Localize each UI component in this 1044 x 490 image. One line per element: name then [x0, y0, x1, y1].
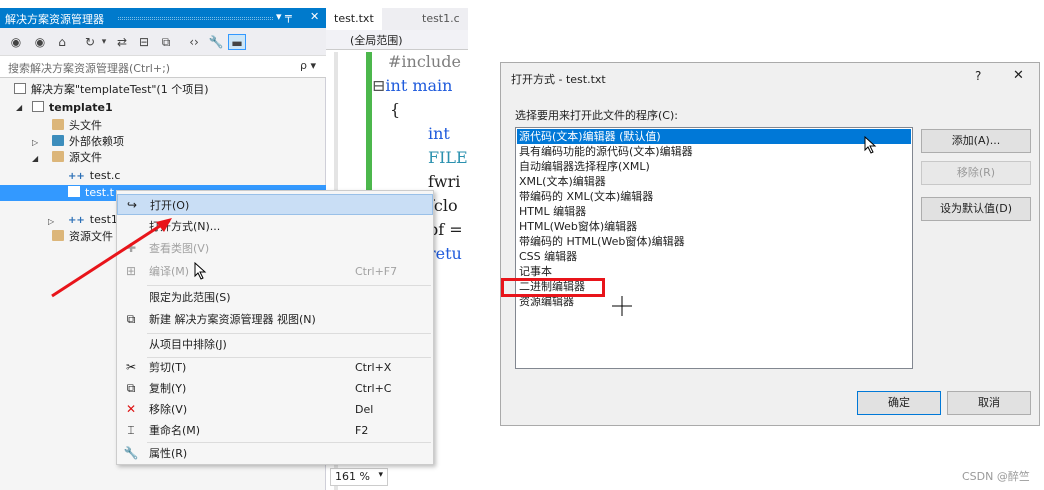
new-view-icon: ⧉: [126, 312, 136, 326]
c-file-icon: ++: [68, 171, 85, 182]
crosshair-icon: [612, 296, 632, 316]
add-button[interactable]: 添加(A)...: [921, 129, 1031, 153]
highlight-box: [501, 278, 605, 297]
copy-icon: ⧉: [126, 381, 136, 395]
back-icon[interactable]: ◉: [8, 34, 24, 50]
properties-icon: 🔧: [123, 446, 139, 460]
menu-separator: [147, 285, 431, 286]
list-item[interactable]: XML(文本)编辑器: [517, 174, 608, 189]
remove-icon: ✕: [125, 402, 137, 416]
tab-test-txt[interactable]: test.txt: [326, 8, 382, 30]
cut-icon: ✂: [125, 360, 137, 374]
tree-header-files[interactable]: 头文件: [52, 118, 102, 134]
preview-icon[interactable]: ▬: [228, 34, 246, 50]
close-icon[interactable]: ✕: [1013, 68, 1024, 83]
close-icon[interactable]: ✕: [310, 10, 319, 23]
mouse-cursor-icon: [864, 136, 877, 154]
code-line: ⊟int main: [372, 76, 453, 95]
show-all-files-icon[interactable]: ⧉: [158, 34, 174, 50]
menu-item-cut[interactable]: ✂ 剪切(T) Ctrl+X: [117, 357, 433, 378]
forward-icon[interactable]: ◉: [32, 34, 48, 50]
watermark: CSDN @醉竺: [962, 470, 1030, 483]
tree-test-c[interactable]: ++ test.c: [68, 168, 120, 184]
collapse-all-icon[interactable]: ⊟: [136, 34, 152, 50]
list-item[interactable]: 带编码的 HTML(Web窗体)编辑器: [517, 234, 687, 249]
code-line: FILE: [428, 148, 468, 167]
zoom-dropdown[interactable]: 161 % ▾: [330, 468, 388, 486]
project-icon: [32, 101, 44, 112]
tree-external-deps[interactable]: 外部依赖项: [52, 134, 124, 150]
ok-button[interactable]: 确定: [857, 391, 941, 415]
code-line: int: [428, 124, 450, 143]
dropdown-icon[interactable]: ▾: [96, 34, 112, 50]
help-icon[interactable]: ?: [975, 69, 981, 83]
dependencies-icon: [52, 135, 64, 146]
solution-icon: [14, 83, 26, 94]
cancel-button[interactable]: 取消: [947, 391, 1031, 415]
chevron-down-icon: ▾: [378, 470, 383, 480]
code-line: #include: [388, 52, 461, 71]
menu-item-remove[interactable]: ✕ 移除(V) Del: [117, 399, 433, 420]
remove-button[interactable]: 移除(R): [921, 161, 1031, 185]
list-item[interactable]: 记事本: [517, 264, 554, 279]
text-file-icon: [68, 186, 80, 197]
list-item[interactable]: HTML 编辑器: [517, 204, 588, 219]
solution-explorer-title-bar: 解决方案资源管理器 ▾ ╤ ✕: [0, 8, 326, 28]
list-item[interactable]: 自动编辑器选择程序(XML): [517, 159, 652, 174]
set-default-button[interactable]: 设为默认值(D): [921, 197, 1031, 221]
title-bar-grip: [118, 17, 273, 20]
code-line: {: [390, 100, 401, 119]
menu-item-rename[interactable]: ⌶ 重命名(M) F2: [117, 420, 433, 441]
rename-icon: ⌶: [127, 423, 135, 437]
program-prompt-label: 选择要用来打开此文件的程序(C):: [515, 109, 678, 122]
scope-dropdown[interactable]: (全局范围): [326, 30, 468, 50]
list-item[interactable]: 源代码(文本)编辑器 (默认值): [517, 129, 911, 144]
menu-item-exclude-from-project[interactable]: 从项目中排除(J): [117, 334, 433, 355]
search-box[interactable]: 搜索解决方案资源管理器(Ctrl+;) ρ ▾: [0, 56, 326, 78]
folder-icon: [52, 119, 64, 130]
program-list[interactable]: 源代码(文本)编辑器 (默认值) 具有编码功能的源代码(文本)编辑器 自动编辑器…: [515, 127, 913, 369]
mouse-cursor-icon: [194, 262, 207, 280]
home-icon[interactable]: ⌂: [54, 34, 70, 50]
tree-project[interactable]: template1: [32, 100, 113, 116]
open-with-dialog: 打开方式 - test.txt ? ✕ 选择要用来打开此文件的程序(C): 源代…: [500, 62, 1040, 426]
list-item[interactable]: CSS 编辑器: [517, 249, 579, 264]
tree-solution[interactable]: 解决方案"templateTest"(1 个项目): [14, 82, 209, 98]
view-code-icon[interactable]: ‹›: [186, 34, 202, 50]
list-item[interactable]: 带编码的 XML(文本)编辑器: [517, 189, 655, 204]
search-icon[interactable]: ρ ▾: [300, 59, 316, 72]
pin-icon[interactable]: ▾ ╤: [276, 10, 292, 23]
refresh-icon[interactable]: ⇄: [114, 34, 130, 50]
expand-arrow-icon[interactable]: ◢: [32, 154, 38, 163]
solution-explorer-toolbar: ◉ ◉ ⌂ ↻ ▾ ⇄ ⊟ ⧉ ‹› 🔧 ▬: [0, 28, 326, 56]
menu-item-copy[interactable]: ⧉ 复制(Y) Ctrl+C: [117, 378, 433, 399]
list-item[interactable]: 具有编码功能的源代码(文本)编辑器: [517, 144, 695, 159]
dialog-title: 打开方式 - test.txt: [511, 73, 606, 86]
editor-tabs: test.txt test1.c: [326, 8, 468, 30]
tree-source-files[interactable]: 源文件: [52, 150, 102, 166]
annotation-arrow: [51, 218, 172, 298]
menu-item-properties[interactable]: 🔧 属性(R): [117, 443, 433, 464]
folder-icon: [52, 151, 64, 162]
collapse-arrow-icon[interactable]: ▷: [32, 138, 38, 147]
properties-icon[interactable]: 🔧: [208, 34, 224, 50]
list-item[interactable]: HTML(Web窗体)编辑器: [517, 219, 639, 234]
panel-title: 解决方案资源管理器: [5, 13, 104, 26]
menu-item-new-view[interactable]: ⧉ 新建 解决方案资源管理器 视图(N): [117, 309, 433, 330]
tab-test1-c[interactable]: test1.c: [414, 8, 468, 30]
search-input[interactable]: 搜索解决方案资源管理器(Ctrl+;): [8, 62, 170, 75]
expand-arrow-icon[interactable]: ◢: [16, 103, 22, 112]
code-line: fwri: [428, 172, 461, 191]
